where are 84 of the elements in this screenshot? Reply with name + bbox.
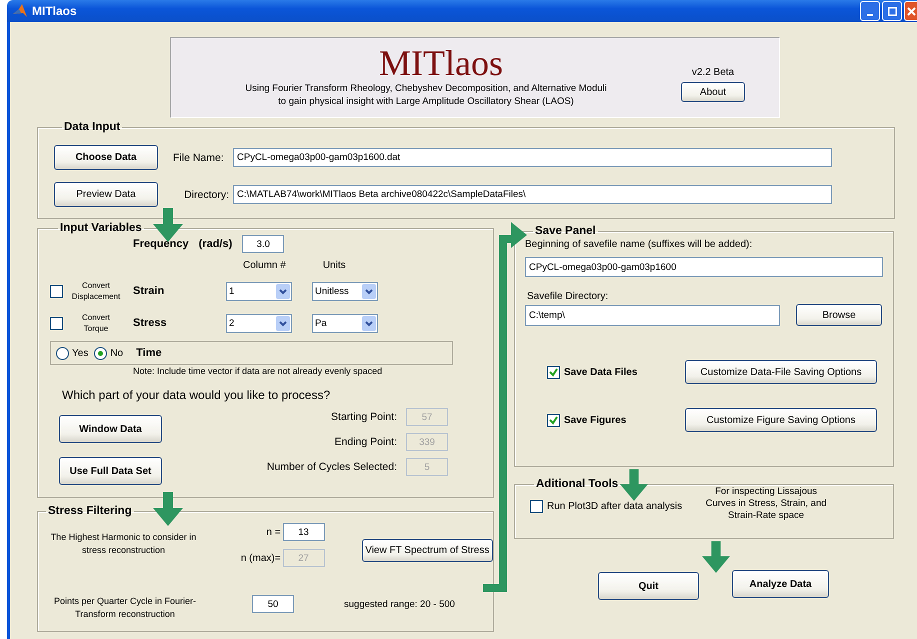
- harmonic-label: The Highest Harmonic to consider in stress reconstruction: [50, 531, 198, 557]
- savefile-directory-field[interactable]: C:\temp\: [525, 304, 780, 326]
- checkbox[interactable]: [50, 284, 63, 298]
- view-spectrum-button[interactable]: View FT Spectrum of Stress: [362, 539, 494, 562]
- panel-title: Data Input: [63, 121, 122, 133]
- radio-button[interactable]: [94, 346, 108, 360]
- savefile-name-field[interactable]: CPyCL-omega03p00-gam03p1600: [525, 257, 883, 277]
- question-text: Which part of your data would you like to process?: [62, 388, 332, 402]
- radio-option[interactable]: No: [94, 346, 124, 360]
- customize-button[interactable]: Customize Figure Saving Options: [685, 408, 877, 432]
- points-label: Points per Quarter Cycle in Fourier-Transform reconstruction: [52, 595, 198, 621]
- panel-title: Stress Filtering: [47, 505, 133, 517]
- subtitle-text: Using Fourier Transform Rheology, Chebyshev Decomposition, and Alternative Moduli: [245, 82, 607, 95]
- close-icon: [906, 6, 916, 16]
- directory-label: Directory:: [183, 188, 229, 200]
- directory-field[interactable]: C:\MATLAB74\work\MITlaos Beta archive080422c\SampleDataFiles\: [233, 185, 832, 204]
- window-data-button[interactable]: Window Data: [59, 415, 162, 443]
- checkbox-label: Save Data Files: [564, 366, 638, 378]
- frequency-unit: (rad/s): [198, 238, 232, 250]
- subtitle-text: to gain physical insight with Large Amplitude Oscillatory Shear (LAOS): [278, 95, 574, 108]
- n-label: n =: [266, 526, 281, 538]
- checkbox-label: Save Figures: [564, 414, 626, 426]
- savefile-directory-label: Savefile Directory:: [527, 291, 610, 302]
- caret-icon: [362, 316, 376, 330]
- down-arrow-icon: [702, 540, 730, 574]
- variable-label: Stress: [133, 317, 168, 329]
- checkbox[interactable]: [547, 414, 560, 426]
- panel-title: Input Variables: [59, 222, 143, 234]
- radio-option[interactable]: Yes: [56, 346, 88, 360]
- range-note: suggested range: 20 - 500: [344, 598, 455, 610]
- radio-label: Yes: [72, 348, 88, 358]
- app-logo: MITlaos: [378, 44, 503, 82]
- units-dropdown[interactable]: Pa: [312, 314, 378, 332]
- panel-title: Aditional Tools: [535, 478, 620, 490]
- file-name-label: File Name:: [173, 152, 225, 164]
- browse-button[interactable]: Browse: [796, 304, 882, 326]
- savefile-name-label: Beginning of savefile name (suffixes will be added):: [525, 239, 754, 250]
- time-label: Time: [136, 347, 162, 359]
- convert-label: Convert Torque: [80, 312, 111, 334]
- checkbox[interactable]: [530, 500, 543, 512]
- points-field[interactable]: 50: [252, 595, 294, 613]
- maximize-button[interactable]: [882, 1, 902, 21]
- caret-icon: [276, 316, 290, 330]
- radio-label: No: [110, 348, 124, 358]
- choose-data-button[interactable]: Choose Data: [54, 145, 158, 170]
- lissajous-note: For inspecting Lissajous Curves in Stress, Strain, and Strain-Rate space: [704, 486, 828, 522]
- caret-icon: [276, 284, 290, 298]
- close-button[interactable]: [904, 1, 917, 21]
- units-header: Units: [322, 260, 346, 270]
- customize-button[interactable]: Customize Data-File Saving Options: [685, 360, 877, 384]
- quit-button[interactable]: Quit: [598, 572, 699, 600]
- column-dropdown[interactable]: 2: [226, 314, 292, 332]
- caret-icon: [362, 284, 376, 298]
- field-label: Starting Point:: [331, 411, 397, 423]
- about-button[interactable]: About: [681, 82, 745, 102]
- analyze-data-button[interactable]: Analyze Data: [732, 570, 829, 598]
- app-icon: [12, 3, 28, 19]
- down-arrow-icon: [153, 492, 183, 526]
- down-arrow-icon: [620, 469, 648, 501]
- minimize-button[interactable]: [860, 1, 880, 21]
- panel-title: Save Panel: [534, 225, 597, 237]
- maximize-icon: [888, 6, 896, 16]
- n-max-label: n (max)=: [240, 552, 281, 564]
- radio-button[interactable]: [56, 346, 69, 360]
- frequency-field[interactable]: 3.0: [242, 235, 284, 253]
- column-header: Column #: [243, 260, 286, 270]
- column-dropdown[interactable]: 1: [226, 282, 292, 300]
- window-title: MITlaos: [32, 4, 77, 18]
- field-label: Number of Cycles Selected:: [266, 461, 397, 473]
- checkbox[interactable]: [547, 366, 560, 378]
- units-dropdown[interactable]: Unitless: [312, 282, 378, 300]
- harmonic-field[interactable]: 13: [282, 523, 325, 541]
- preview-data-button[interactable]: Preview Data: [54, 182, 158, 207]
- minimize-icon: [867, 14, 873, 16]
- checkbox-label: Run Plot3D after data analysis: [547, 500, 682, 512]
- field-label: Ending Point:: [334, 436, 397, 448]
- variable-label: Strain: [133, 285, 166, 297]
- note-text: Note: Include time vector if data are not already evenly spaced: [133, 366, 384, 376]
- checkbox[interactable]: [50, 316, 63, 330]
- frequency-label: Frequency: [133, 238, 189, 250]
- convert-label: Convert Displacement: [70, 280, 122, 302]
- file-name-field[interactable]: CPyCL-omega03p00-gam03p1600.dat: [233, 148, 832, 167]
- version-label: v2.2 Beta: [692, 67, 734, 78]
- use-full-data-button[interactable]: Use Full Data Set: [59, 457, 162, 485]
